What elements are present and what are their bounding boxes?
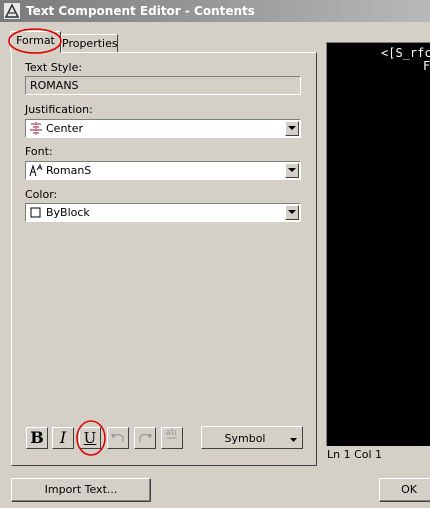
editor-content: <[S_rfc [381,46,430,60]
tab-properties-label: Properties [62,37,118,50]
window-title: Text Component Editor - Contents [26,4,255,18]
ok-button[interactable]: OK [379,478,430,502]
cursor-position: Ln 1 Col 1 [327,448,383,461]
title-bar: Text Component Editor - Contents [0,0,430,22]
editor-second-line: F [423,59,430,73]
editor-status-bar: Ln 1 Col 1 [326,447,430,463]
text-editor-area[interactable]: <[S_rfc F [326,42,430,446]
tab-properties[interactable]: Properties [61,34,118,53]
tab-format-label: Format [16,34,55,47]
import-text-label: Import Text... [44,483,118,496]
format-panel [11,52,317,466]
app-icon [4,3,20,19]
tab-format[interactable]: Format [10,31,61,53]
ok-label: OK [401,483,417,496]
import-text-button[interactable]: Import Text... [11,478,151,502]
